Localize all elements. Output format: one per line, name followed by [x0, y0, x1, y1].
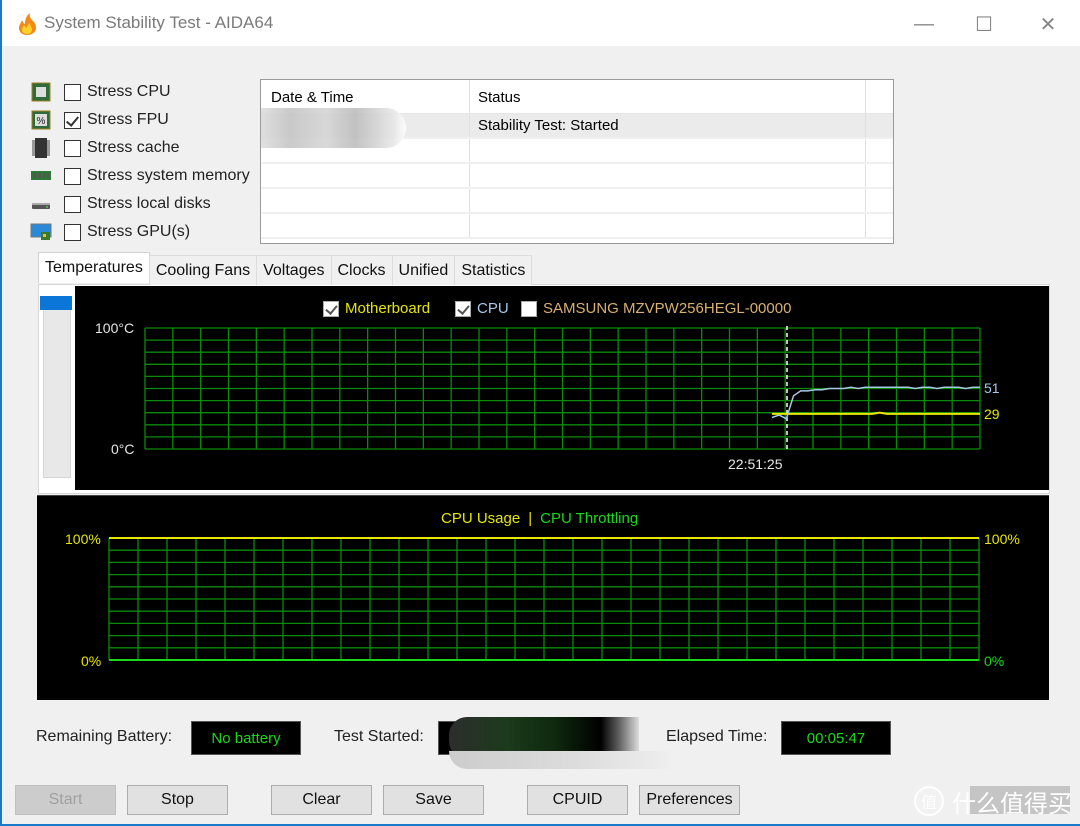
minimize-icon: —	[914, 12, 934, 35]
close-icon: ✕	[1039, 13, 1057, 36]
hard-disk-icon	[32, 203, 50, 209]
cpu-usage-chart: CPU Usage | CPU Throttling 100% 0% 100% …	[37, 495, 1049, 700]
cpuid-button[interactable]: CPUID	[527, 785, 628, 815]
stress-gpu-label: Stress GPU(s)	[87, 223, 191, 240]
svg-text:%: %	[37, 116, 46, 127]
stress-cpu-option[interactable]: Stress CPU	[30, 78, 250, 106]
stress-fpu-option[interactable]: % Stress FPU	[30, 106, 250, 134]
cpu-current-value: 51	[984, 380, 1000, 396]
cache-chip-icon	[32, 138, 50, 158]
left-axis-top-label: 100%	[65, 531, 101, 547]
legend-label-cpu-throttling: CPU Throttling	[540, 510, 639, 527]
stress-memory-option[interactable]: Stress system memory	[30, 162, 250, 190]
gpu-monitor-icon	[30, 223, 52, 240]
legend-label-samsung-ssd: SAMSUNG MZVPW256HEGL-00000	[543, 300, 792, 317]
table-row	[261, 189, 893, 214]
stress-cache-checkbox[interactable]	[64, 139, 81, 157]
legend-cpu[interactable]: CPU	[455, 300, 509, 317]
stress-cpu-checkbox[interactable]	[64, 83, 81, 101]
stress-memory-label: Stress system memory	[87, 167, 250, 184]
close-button[interactable]: ✕	[1026, 8, 1070, 40]
stress-disks-label: Stress local disks	[87, 195, 211, 212]
right-axis-bottom-label: 0%	[984, 653, 1005, 669]
stress-gpu-checkbox[interactable]	[64, 223, 81, 241]
maximize-button[interactable]: ☐	[962, 8, 1006, 40]
motherboard-checkbox[interactable]	[323, 300, 339, 317]
window-title: System Stability Test - AIDA64	[44, 13, 274, 32]
watermark-logo-icon: 值	[914, 786, 944, 816]
stress-options: Stress CPU % Stress FPU Stress cache Str…	[30, 78, 250, 246]
maximize-icon: ☐	[975, 13, 993, 36]
stress-cache-label: Stress cache	[87, 139, 180, 156]
fpu-chip-icon: %	[31, 110, 51, 130]
redaction-mask	[449, 751, 669, 769]
stress-cpu-label: Stress CPU	[87, 83, 171, 100]
usage-legend: CPU Usage | CPU Throttling	[441, 510, 638, 527]
y-axis-top-label: 100°C	[95, 320, 135, 336]
test-started-label: Test Started:	[334, 728, 424, 745]
right-axis-top-label: 100%	[984, 531, 1020, 547]
preferences-button[interactable]: Preferences	[639, 785, 740, 815]
stress-fpu-label: Stress FPU	[87, 111, 169, 128]
elapsed-time-value: 00:05:47	[781, 721, 891, 755]
legend-label-cpu-usage: CPU Usage	[441, 510, 521, 527]
title-bar[interactable]: System Stability Test - AIDA64 — ☐ ✕	[2, 0, 1080, 46]
column-header-status[interactable]: Status	[470, 80, 866, 113]
minimize-button[interactable]: —	[902, 8, 946, 40]
log-datetime-cell	[261, 108, 470, 148]
tab-cooling-fans[interactable]: Cooling Fans	[148, 255, 258, 285]
cpu-chip-icon	[31, 82, 51, 102]
tab-voltages[interactable]: Voltages	[256, 255, 332, 285]
aida64-window: System Stability Test - AIDA64 — ☐ ✕ Str…	[2, 0, 1080, 824]
tab-clocks[interactable]: Clocks	[330, 255, 393, 285]
left-axis-bottom-label: 0%	[81, 653, 102, 669]
stress-gpu-option[interactable]: Stress GPU(s)	[30, 218, 250, 246]
stress-cache-option[interactable]: Stress cache	[30, 134, 250, 162]
temperature-chart: Motherboard CPU SAMSUNG MZVPW256HEGL-000…	[75, 286, 1049, 490]
sensor-list-scrollbar[interactable]	[43, 296, 71, 478]
log-status-cell: Stability Test: Started	[470, 114, 866, 137]
watermark: 值 什么值得买	[914, 782, 1072, 820]
table-row	[261, 164, 893, 189]
motherboard-current-value: 29	[984, 406, 1000, 422]
remaining-battery-label: Remaining Battery:	[36, 728, 173, 745]
y-axis-bottom-label: 0°C	[111, 441, 135, 457]
legend-samsung-ssd[interactable]: SAMSUNG MZVPW256HEGL-00000	[521, 300, 791, 317]
watermark-text: 什么值得买	[952, 790, 1072, 818]
memory-module-icon	[31, 171, 51, 180]
save-button[interactable]: Save	[383, 785, 484, 815]
clear-button[interactable]: Clear	[271, 785, 372, 815]
stop-button[interactable]: Stop	[127, 785, 228, 815]
table-row	[261, 214, 893, 239]
stress-memory-checkbox[interactable]	[64, 167, 81, 185]
legend-separator: |	[528, 510, 533, 527]
tab-unified[interactable]: Unified	[391, 255, 456, 285]
remaining-battery-value: No battery	[191, 721, 301, 755]
table-row	[261, 139, 893, 164]
table-row[interactable]: Stability Test: Started	[261, 108, 893, 148]
elapsed-time-label: Elapsed Time:	[666, 728, 768, 745]
legend-motherboard[interactable]: Motherboard	[323, 300, 430, 317]
log-table[interactable]: Date & Time Status Stability Test: Start…	[260, 79, 894, 244]
tab-temperatures[interactable]: Temperatures	[38, 252, 150, 283]
aida64-flame-icon	[19, 13, 36, 35]
legend-label-cpu: CPU	[477, 300, 509, 317]
cpu-checkbox[interactable]	[455, 300, 471, 317]
legend-label-motherboard: Motherboard	[345, 300, 431, 317]
stress-disks-checkbox[interactable]	[64, 195, 81, 213]
time-marker-label: 22:51:25	[728, 456, 783, 472]
stress-fpu-checkbox[interactable]	[64, 111, 81, 129]
samsung-ssd-checkbox[interactable]	[521, 300, 537, 317]
tab-statistics[interactable]: Statistics	[454, 255, 533, 285]
sensor-list-selected-item[interactable]	[40, 296, 72, 310]
graph-tabs: Temperatures Cooling Fans Voltages Clock…	[38, 252, 533, 285]
stress-disks-option[interactable]: Stress local disks	[30, 190, 250, 218]
start-button[interactable]: Start	[15, 785, 116, 815]
